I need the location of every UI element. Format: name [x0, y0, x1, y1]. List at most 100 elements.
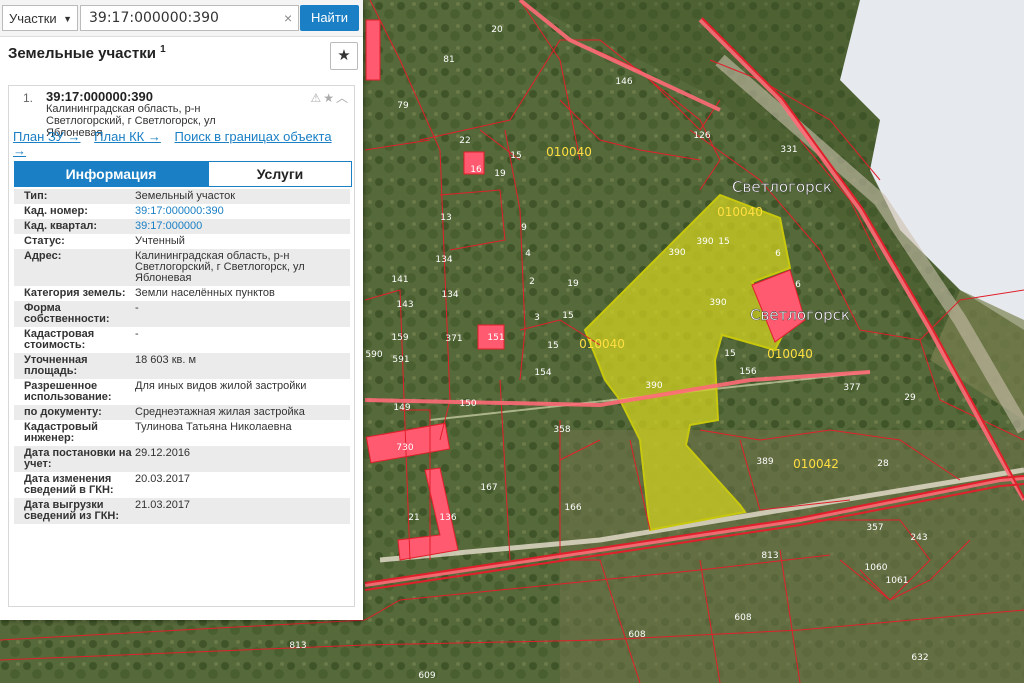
parcel-label: 167	[480, 483, 497, 493]
parcel-label: 28	[877, 459, 889, 469]
parcel-label: 1060	[865, 563, 888, 573]
parcel-label: 609	[418, 671, 435, 681]
info-row-value[interactable]: 39:17:000000:390	[135, 206, 350, 217]
page-title: Земельные участки 1	[8, 44, 166, 62]
info-row: Кад. квартал: 39:17:000000	[14, 219, 350, 234]
parcel-label: 143	[396, 300, 413, 310]
info-row-value: Калининградская область, р-н Светлогорск…	[135, 250, 305, 284]
tab-info[interactable]: Информация	[14, 161, 208, 187]
info-row-label: Дата изменения сведений в ГКН:	[24, 473, 114, 496]
tab-bar: Информация Услуги	[14, 161, 352, 187]
info-row-value: Среднеэтажная жилая застройка	[135, 406, 305, 418]
result-index: 1.	[23, 91, 34, 105]
search-results-panel: Участки ▼ 39:17:000000:390 × Найти Земел…	[0, 0, 363, 620]
info-row: Кадастровая стоимость: -	[14, 327, 350, 353]
parcel-label: 19	[494, 169, 506, 179]
warning-icon[interactable]: ⚠	[310, 91, 323, 105]
parcel-label: 81	[443, 55, 454, 65]
result-card: 1. 39:17:000000:390 Калининградская обла…	[8, 85, 355, 607]
search-input[interactable]: 39:17:000000:390	[80, 5, 299, 31]
parcel-label: 15	[718, 237, 729, 247]
info-row-label: Статус:	[24, 235, 65, 247]
parcel-label: 141	[391, 275, 408, 285]
parcel-label: 29	[904, 393, 916, 403]
parcel-label: 126	[693, 131, 710, 141]
parcel-label: 159	[391, 333, 408, 343]
info-row-label: Разрешенное использование:	[24, 380, 112, 403]
info-row-value[interactable]: 39:17:000000	[135, 221, 350, 232]
info-row-value: -	[135, 328, 139, 340]
info-row-label: Адрес:	[24, 250, 62, 262]
parcel-label: 154	[534, 368, 551, 378]
parcel-label: 632	[911, 653, 928, 663]
parcel-label: 2	[529, 277, 535, 287]
chevron-down-icon: ▼	[63, 14, 72, 24]
panel-title-text: Земельные участки	[8, 45, 156, 62]
parcel-label: 6	[795, 280, 801, 290]
town-label: Светлогорск	[732, 178, 832, 196]
search-button[interactable]: Найти	[300, 5, 359, 31]
info-row: Форма собственности: -	[14, 301, 350, 327]
parcel-label: 591	[392, 355, 409, 365]
info-row: Дата постановки на учет: 29.12.2016	[14, 446, 350, 472]
parcel-label: 136	[439, 513, 456, 523]
parcel-label: 79	[397, 101, 409, 111]
parcel-label: 9	[521, 223, 527, 233]
parcel-label: 590	[365, 350, 382, 360]
parcel-label: 813	[761, 551, 778, 561]
info-row-value: Земельный участок	[135, 190, 236, 202]
result-links: План ЗУ → План КК → Поиск в границах объ…	[13, 130, 343, 158]
info-row: Разрешенное использование: Для иных видов…	[14, 379, 350, 405]
quarter-label: 010040	[717, 205, 763, 219]
star-icon[interactable]: ★	[323, 91, 336, 105]
plan-zu-link[interactable]: План ЗУ →	[13, 129, 81, 144]
plan-kk-link[interactable]: План КК →	[94, 129, 161, 144]
result-cad-number[interactable]: 39:17:000000:390	[46, 89, 153, 104]
info-row-value: Тулинова Татьяна Николаевна	[135, 421, 292, 433]
parcel-label: 15	[510, 151, 521, 161]
info-row-value: 20.03.2017	[135, 473, 191, 485]
quarter-label: 010040	[579, 337, 625, 351]
parcel-label: 608	[734, 613, 751, 623]
parcel-label: 166	[564, 503, 581, 513]
parcel-label: 15	[724, 349, 735, 359]
parcel-label: 20	[491, 25, 503, 35]
town-label: Светлогорск	[750, 306, 850, 324]
info-row-value: Для иных видов жилой застройки	[135, 380, 307, 392]
favorite-star-icon[interactable]: ★	[330, 42, 358, 70]
tab-services[interactable]: Услуги	[208, 161, 352, 187]
parcel-label: 1061	[886, 576, 909, 586]
parcel-label: 156	[739, 367, 756, 377]
info-row-label: Уточненная площадь:	[24, 354, 88, 377]
parcel-label: 243	[910, 533, 927, 543]
info-row: Уточненная площадь: 18 603 кв. м	[14, 353, 350, 379]
info-row-label: Кад. номер:	[24, 205, 88, 217]
parcel-label: 16	[470, 165, 482, 175]
info-row: Кадастровый инженер: Тулинова Татьяна Ник…	[14, 420, 350, 446]
parcel-label: 608	[628, 630, 645, 640]
card-controls: ⚠★︿	[310, 89, 350, 106]
parcel-label: 134	[435, 255, 452, 265]
info-row-value: -	[135, 302, 139, 314]
object-type-dropdown[interactable]: Участки ▼	[2, 5, 78, 31]
object-type-label: Участки	[9, 11, 57, 26]
parcel-label: 358	[553, 425, 570, 435]
parcel-label: 21	[408, 513, 419, 523]
info-row-value: 18 603 кв. м	[135, 354, 197, 366]
collapse-icon[interactable]: ︿	[336, 91, 350, 105]
info-row-label: Кадастровая стоимость:	[24, 328, 95, 351]
parcel-label: 390	[696, 237, 713, 247]
info-row-label: Тип:	[24, 190, 48, 202]
clear-icon[interactable]: ×	[284, 5, 298, 31]
search-bar: Участки ▼ 39:17:000000:390 × Найти	[0, 0, 363, 37]
info-row-label: Дата выгрузки сведений из ГКН:	[24, 499, 120, 522]
parcel-label: 371	[445, 334, 462, 344]
parcel-label: 22	[459, 136, 470, 146]
parcel-label: 4	[525, 249, 531, 259]
info-row-label: Дата постановки на учет:	[24, 447, 132, 470]
quarter-label: 010040	[767, 347, 813, 361]
parcel-label: 390	[668, 248, 685, 258]
parcel-label: 389	[756, 457, 773, 467]
parcel-label: 390	[709, 298, 726, 308]
info-row-value: 29.12.2016	[135, 447, 191, 459]
